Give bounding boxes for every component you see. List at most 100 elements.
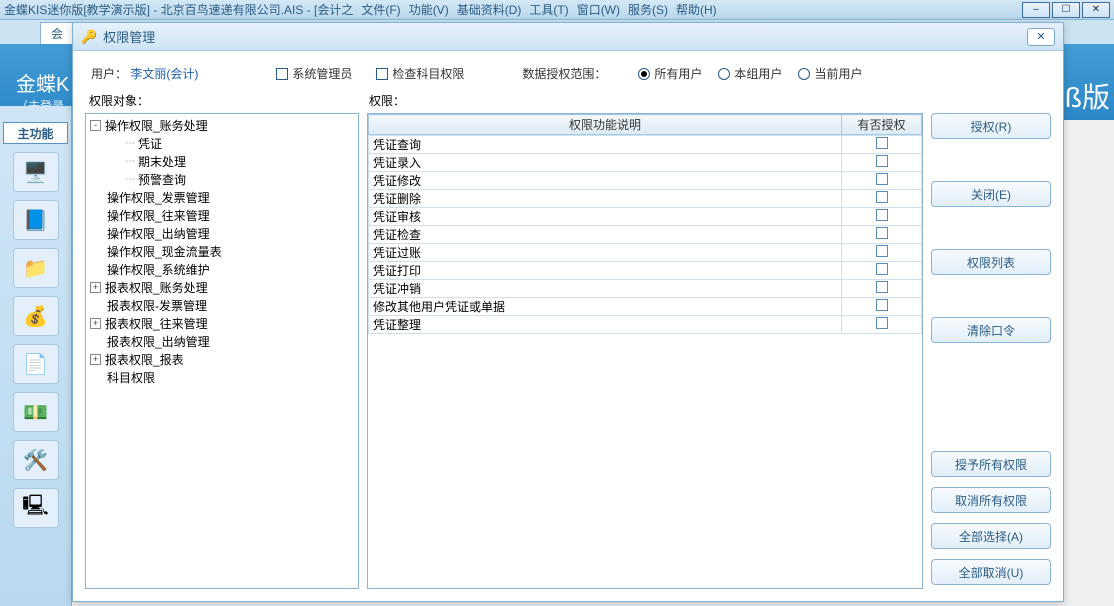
rights-row[interactable]: 凭证过账	[369, 244, 922, 262]
rights-row[interactable]: 凭证修改	[369, 172, 922, 190]
tree-node[interactable]: -操作权限_账务处理	[86, 116, 358, 134]
menu-help[interactable]: 帮助(H)	[674, 1, 719, 18]
grant-button[interactable]: 授权(R)	[931, 113, 1051, 139]
checkbox-icon	[376, 68, 388, 80]
deselect-all-button[interactable]: 全部取消(U)	[931, 559, 1051, 585]
tree-node[interactable]: +报表权限_往来管理	[86, 314, 358, 332]
tree-node[interactable]: 操作权限_系统维护	[86, 260, 358, 278]
sidebar-icon-folder[interactable]: 📁	[13, 248, 59, 288]
tree-node[interactable]: 科目权限	[86, 368, 358, 386]
rights-row[interactable]: 凭证查询	[369, 136, 922, 154]
sidebar-icon-cash[interactable]: 💵	[13, 392, 59, 432]
close-button[interactable]: 关闭(E)	[931, 181, 1051, 207]
auth-checkbox[interactable]	[876, 155, 888, 167]
auth-checkbox[interactable]	[876, 281, 888, 293]
dialog-close-button[interactable]: ✕	[1027, 28, 1055, 46]
tree-node-label: 操作权限_系统维护	[107, 261, 210, 278]
rights-row-desc: 凭证录入	[369, 154, 842, 172]
rights-row-auth-cell[interactable]	[842, 262, 922, 280]
tree-branch-icon: ⋯	[125, 138, 134, 149]
sidebar-icon-monitor[interactable]: 🖥️	[13, 152, 59, 192]
radio-group-users[interactable]: 本组用户	[718, 65, 782, 82]
rights-row[interactable]: 凭证删除	[369, 190, 922, 208]
sidebar-tab-main[interactable]: 主功能	[3, 122, 68, 144]
menu-service[interactable]: 服务(S)	[626, 1, 670, 18]
rights-row[interactable]: 凭证打印	[369, 262, 922, 280]
maximize-button[interactable]: ☐	[1052, 2, 1080, 18]
expand-icon[interactable]: +	[90, 354, 101, 365]
tree-node-label: 凭证	[138, 135, 162, 152]
tree-node[interactable]: 操作权限_出纳管理	[86, 224, 358, 242]
tree-node[interactable]: ⋯期末处理	[86, 152, 358, 170]
auth-checkbox[interactable]	[876, 137, 888, 149]
edition-badge: ß版	[1065, 76, 1110, 116]
rights-row-auth-cell[interactable]	[842, 172, 922, 190]
tree-node[interactable]: 操作权限_现金流量表	[86, 242, 358, 260]
revoke-all-button[interactable]: 取消所有权限	[931, 487, 1051, 513]
checkbox-check-subject[interactable]: 检查科目权限	[376, 65, 464, 82]
menu-window[interactable]: 窗口(W)	[575, 1, 622, 18]
auth-checkbox[interactable]	[876, 299, 888, 311]
tree-node-label: 操作权限_往来管理	[107, 207, 210, 224]
radio-current-user[interactable]: 当前用户	[798, 65, 862, 82]
tree-node[interactable]: ⋯预警查询	[86, 170, 358, 188]
rights-row-auth-cell[interactable]	[842, 280, 922, 298]
permission-list-button[interactable]: 权限列表	[931, 249, 1051, 275]
app-tab-accounting[interactable]: 会	[40, 22, 74, 44]
minimize-button[interactable]: –	[1022, 2, 1050, 18]
checkbox-sysadmin[interactable]: 系统管理员	[276, 65, 352, 82]
tree-branch-icon: ⋯	[125, 174, 134, 185]
radio-all-users[interactable]: 所有用户	[638, 65, 702, 82]
permission-tree[interactable]: -操作权限_账务处理 ⋯ 凭证⋯期末处理⋯预警查询操作权限_发票管理操作权限_往来管…	[85, 113, 359, 589]
rights-row[interactable]: 修改其他用户凭证或单据	[369, 298, 922, 316]
rights-row-desc: 修改其他用户凭证或单据	[369, 298, 842, 316]
auth-checkbox[interactable]	[876, 209, 888, 221]
tree-node[interactable]: 操作权限_发票管理	[86, 188, 358, 206]
window-close-button[interactable]: ✕	[1082, 2, 1110, 18]
tree-node[interactable]: 操作权限_往来管理	[86, 206, 358, 224]
auth-checkbox[interactable]	[876, 317, 888, 329]
sidebar-icon-book[interactable]: 📘	[13, 200, 59, 240]
rights-row[interactable]: 凭证检查	[369, 226, 922, 244]
tree-node[interactable]: ⋯ 凭证	[86, 134, 358, 152]
menu-basedata[interactable]: 基础资料(D)	[455, 1, 524, 18]
sidebar-icon-tools[interactable]: 🛠️	[13, 440, 59, 480]
sidebar-icon-doc[interactable]: 📄	[13, 344, 59, 384]
grant-all-button[interactable]: 授予所有权限	[931, 451, 1051, 477]
rights-row-auth-cell[interactable]	[842, 136, 922, 154]
rights-row[interactable]: 凭证整理	[369, 316, 922, 334]
auth-checkbox[interactable]	[876, 245, 888, 257]
auth-checkbox[interactable]	[876, 173, 888, 185]
clear-password-button[interactable]: 清除口令	[931, 317, 1051, 343]
tree-node[interactable]: +报表权限_账务处理	[86, 278, 358, 296]
rights-row-auth-cell[interactable]	[842, 316, 922, 334]
expand-icon[interactable]: +	[90, 282, 101, 293]
auth-checkbox[interactable]	[876, 191, 888, 203]
tree-node[interactable]: 报表权限_出纳管理	[86, 332, 358, 350]
collapse-icon[interactable]: -	[90, 120, 101, 131]
rights-header-auth[interactable]: 有否授权	[842, 115, 922, 135]
rights-row-auth-cell[interactable]	[842, 154, 922, 172]
rights-row[interactable]: 凭证录入	[369, 154, 922, 172]
auth-checkbox[interactable]	[876, 263, 888, 275]
rights-row-auth-cell[interactable]	[842, 208, 922, 226]
rights-row[interactable]: 凭证冲销	[369, 280, 922, 298]
tree-node[interactable]: +报表权限_报表	[86, 350, 358, 368]
sidebar-icon-screen[interactable]: 🖳	[13, 488, 59, 528]
rights-row-auth-cell[interactable]	[842, 190, 922, 208]
sidebar-icon-money[interactable]: 💰	[13, 296, 59, 336]
menu-tools[interactable]: 工具(T)	[527, 1, 570, 18]
radio-all-users-label: 所有用户	[654, 65, 702, 82]
rights-row[interactable]: 凭证审核	[369, 208, 922, 226]
menu-function[interactable]: 功能(V)	[407, 1, 451, 18]
rights-header-desc[interactable]: 权限功能说明	[369, 115, 842, 135]
rights-row-auth-cell[interactable]	[842, 298, 922, 316]
auth-checkbox[interactable]	[876, 227, 888, 239]
expand-icon[interactable]: +	[90, 318, 101, 329]
select-all-button[interactable]: 全部选择(A)	[931, 523, 1051, 549]
rights-row-auth-cell[interactable]	[842, 244, 922, 262]
radio-group-users-label: 本组用户	[734, 65, 782, 82]
rights-row-auth-cell[interactable]	[842, 226, 922, 244]
tree-node[interactable]: 报表权限-发票管理	[86, 296, 358, 314]
menu-file[interactable]: 文件(F)	[359, 1, 402, 18]
